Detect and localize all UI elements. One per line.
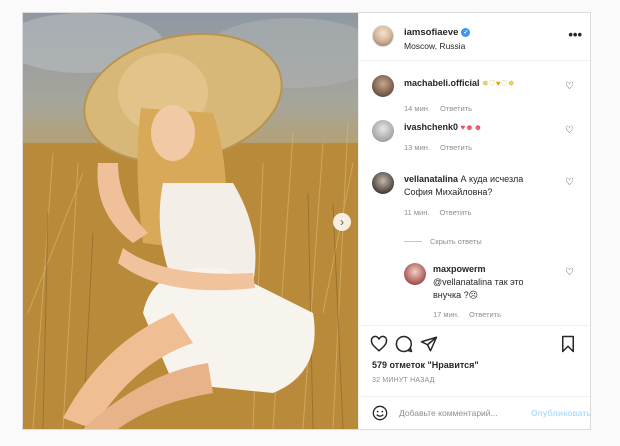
reply-time[interactable]: 17 мин. xyxy=(433,310,459,319)
reply-button[interactable]: Ответить xyxy=(469,310,501,319)
heart-icon[interactable] xyxy=(370,335,388,353)
post-time[interactable]: 32 МИНУТ НАЗАД xyxy=(372,377,435,384)
comment-text: vellanatalina А куда исчезла София Михай… xyxy=(404,173,554,199)
publish-button[interactable]: Опубликовать xyxy=(531,408,592,418)
post-actions: 579 отметок "Нравится" 32 МИНУТ НАЗАД До… xyxy=(359,325,592,429)
verified-badge-icon: ✓ xyxy=(461,28,471,37)
author-username-text[interactable]: iamsofiaeve xyxy=(404,27,458,38)
reply-meta: 17 мин. Ответить xyxy=(433,310,501,319)
comment-username[interactable]: ivashchenk0 xyxy=(404,122,458,132)
comment-avatar[interactable] xyxy=(372,75,394,97)
comment-text: machabeli.official ✵♡♥♡✵ xyxy=(404,77,554,90)
like-comment-heart-icon[interactable]: ♡ xyxy=(565,177,574,188)
hide-replies-label[interactable]: Скрыть ответы xyxy=(430,237,482,246)
post-card: › iamsofiaeve ✓ Moscow, Russia ••• macha… xyxy=(22,12,592,430)
share-icon[interactable] xyxy=(420,335,438,353)
reply-button[interactable]: Ответить xyxy=(440,104,472,113)
comments-list[interactable]: machabeli.official ✵♡♥♡✵ 14 мин. Ответит… xyxy=(359,61,592,325)
emoji-icon[interactable] xyxy=(372,405,388,421)
likes-count[interactable]: 579 отметок "Нравится" xyxy=(372,360,479,370)
comment-emojis: ♥☻☻ xyxy=(460,123,483,132)
photo-illustration xyxy=(23,13,358,429)
comment-meta: 11 мин. Ответить xyxy=(404,208,472,217)
comment-avatar[interactable] xyxy=(372,172,394,194)
reply-avatar[interactable] xyxy=(404,263,426,285)
post-details: iamsofiaeve ✓ Moscow, Russia ••• machabe… xyxy=(358,13,592,429)
comment-time[interactable]: 11 мин. xyxy=(404,208,429,217)
comment-time[interactable]: 13 мин. xyxy=(404,143,430,152)
comment-icon[interactable] xyxy=(395,335,413,353)
post-photo[interactable]: › xyxy=(23,13,358,429)
comment-time[interactable]: 14 мин. xyxy=(404,104,430,113)
reply-button[interactable]: Ответить xyxy=(439,208,471,217)
like-comment-heart-icon[interactable]: ♡ xyxy=(565,81,574,92)
reply-body: @vellanatalina так это внучка ?☹ xyxy=(433,277,524,300)
post-location[interactable]: Moscow, Russia xyxy=(404,41,465,51)
ellipsis-icon[interactable]: ••• xyxy=(568,27,582,42)
add-comment-input[interactable]: Добавьте комментарий... xyxy=(399,408,498,418)
bookmark-icon[interactable] xyxy=(559,335,577,353)
reply-username[interactable]: maxpowerm xyxy=(433,264,486,274)
comment-username[interactable]: vellanatalina xyxy=(404,174,458,184)
author-avatar[interactable] xyxy=(372,25,394,47)
author-username[interactable]: iamsofiaeve ✓ xyxy=(404,27,471,38)
add-comment-bar: Добавьте комментарий... Опубликовать xyxy=(359,396,592,430)
like-comment-heart-icon[interactable]: ♡ xyxy=(565,125,574,136)
comment-text: ivashchenk0 ♥☻☻ xyxy=(404,121,554,134)
post-header: iamsofiaeve ✓ Moscow, Russia ••• xyxy=(359,13,592,61)
hide-replies-toggle[interactable]: Скрыть ответы xyxy=(404,237,482,246)
reply-button[interactable]: Ответить xyxy=(440,143,472,152)
comment-avatar[interactable] xyxy=(372,120,394,142)
like-reply-heart-icon[interactable]: ♡ xyxy=(565,267,574,278)
comment-meta: 14 мин. Ответить xyxy=(404,104,472,113)
reply-text: maxpowerm @vellanatalina так это внучка … xyxy=(433,263,553,302)
comment-emojis: ✵♡♥♡✵ xyxy=(482,79,515,88)
divider-line xyxy=(404,241,422,242)
comment-meta: 13 мин. Ответить xyxy=(404,143,472,152)
comment-username[interactable]: machabeli.official xyxy=(404,78,480,88)
next-photo-button[interactable]: › xyxy=(333,213,351,231)
